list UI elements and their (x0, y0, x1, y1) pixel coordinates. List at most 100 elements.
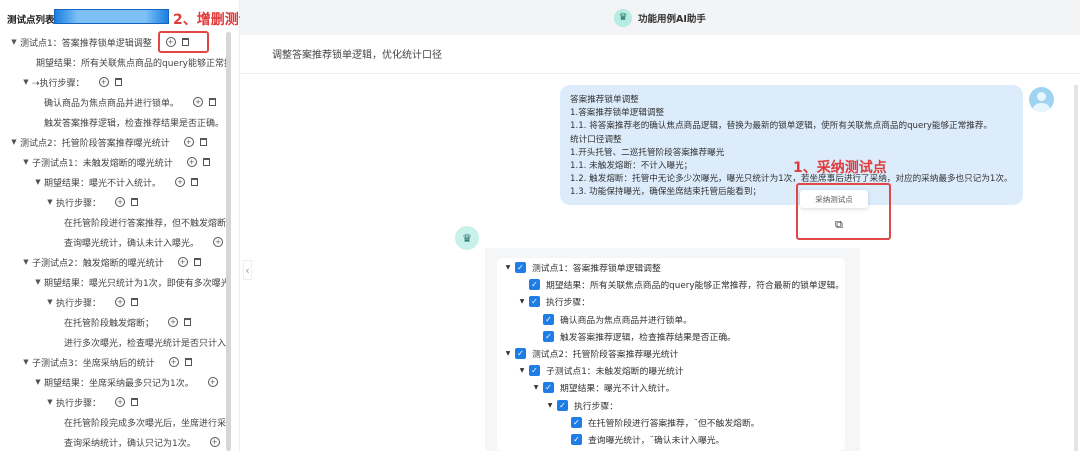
tree-row-label: 在托管阶段触发熔断； (64, 318, 155, 329)
expand-arrow-icon[interactable]: ▼ (44, 398, 56, 406)
delete-icon[interactable] (199, 138, 207, 146)
checkbox[interactable]: ✓ (529, 365, 540, 377)
checkbox[interactable]: ✓ (571, 416, 582, 428)
add-icon[interactable]: + (115, 397, 126, 407)
delete-icon[interactable] (202, 158, 210, 166)
add-icon[interactable]: + (168, 357, 179, 367)
tree-row[interactable]: 期望结果：所有关联焦点商品的query能够正常推 (0, 52, 226, 72)
expand-arrow-icon[interactable]: ▼ (515, 298, 529, 305)
add-icon[interactable]: + (213, 237, 224, 247)
delete-icon[interactable] (184, 318, 192, 326)
tree-row[interactable]: ▼ 执行步骤： + (0, 392, 226, 412)
checkbox[interactable]: ✓ (557, 399, 568, 411)
delete-icon[interactable] (193, 258, 201, 266)
checkbox[interactable]: ✓ (515, 262, 526, 274)
expand-arrow-icon[interactable]: ▼ (501, 264, 515, 271)
collapse-left-panel-button[interactable]: ‹ (243, 260, 252, 280)
tree-row[interactable]: 在托管阶段进行答案推荐，但不触发熔断 (0, 212, 226, 232)
checkbox[interactable]: ✓ (529, 296, 540, 308)
add-icon[interactable]: + (177, 257, 188, 267)
message-line: 统计口径调整 (570, 134, 622, 145)
tree-row[interactable]: ▼ 执行步骤： + (0, 192, 226, 212)
expand-arrow-icon[interactable]: ▼ (44, 198, 56, 206)
tree-row-label: 执行步骤： (56, 398, 102, 409)
tree-row[interactable]: 查询采纳统计，确认只记为1次。 + (0, 432, 226, 451)
checkbox[interactable]: ✓ (543, 382, 554, 394)
add-icon[interactable]: + (207, 377, 218, 387)
checkbox-row: ✓ 在托管阶段进行答案推荐，¨但不触发熔断。 (497, 414, 845, 431)
checkbox-row: ▼ ✓ 测试点1：答案推荐锁单逻辑调整 (497, 259, 845, 276)
tree-row-label: 期望结果：所有关联焦点商品的query能够正常推 (36, 58, 226, 69)
tree-row[interactable]: 在托管阶段触发熔断； + (0, 312, 226, 332)
checkbox[interactable]: ✓ (543, 330, 554, 342)
delete-icon[interactable] (209, 98, 217, 106)
delete-icon[interactable] (131, 298, 139, 306)
expand-arrow-icon[interactable]: ▼ (44, 298, 56, 306)
add-icon[interactable]: + (193, 97, 204, 107)
tree-row[interactable]: 确认商品为焦点商品并进行锁单。 + (0, 92, 226, 112)
expand-arrow-icon[interactable]: ▼ (501, 350, 515, 357)
expand-arrow-icon[interactable]: ▼ (529, 384, 543, 391)
tree-row[interactable]: ▼ 子测试点1：未触发熔断的曝光统计 + (0, 152, 226, 172)
tree-row-label: 执行步骤： (56, 298, 102, 309)
add-icon[interactable]: + (115, 197, 126, 207)
checkbox[interactable]: ✓ (529, 279, 540, 291)
expand-arrow-icon[interactable]: ▼ (32, 178, 44, 186)
tree-row[interactable]: ▼ 子测试点3：坐席采纳后的统计 + (0, 352, 226, 372)
add-icon[interactable]: + (98, 77, 109, 87)
tree-row[interactable]: ▼ 期望结果：曝光只统计为1次，即使有多次曝光 (0, 272, 226, 292)
delete-icon[interactable] (131, 198, 139, 206)
message-line: 1.开头托管、二巡托管阶段答案推荐曝光 (570, 147, 725, 158)
message-line: 1.1. 未触发熔断：不计入曝光； (570, 161, 693, 172)
expand-arrow-icon[interactable]: ▼ (8, 38, 20, 46)
tree-row[interactable]: 进行多次曝光，检查曝光统计是否只计入 (0, 332, 226, 352)
tree-row-label: 进行多次曝光，检查曝光统计是否只计入 (64, 338, 226, 349)
tree-row-label: 子测试点2：触发熔断的曝光统计 (32, 258, 164, 269)
tree-row[interactable]: 触发答案推荐逻辑，检查推荐结果是否正确。 (0, 112, 226, 132)
delete-icon[interactable] (191, 178, 199, 186)
chat-scrollbar[interactable] (1074, 85, 1078, 451)
expand-arrow-icon[interactable]: ▼ (8, 138, 20, 146)
tree-row-label: 确认商品为焦点商品并进行锁单。 (44, 98, 180, 109)
add-icon[interactable]: + (175, 177, 186, 187)
tree-row-label: 查询曝光统计，确认未计入曝光。 (64, 238, 200, 249)
tree-row-label: 期望结果：曝光不计入统计。 (44, 178, 162, 189)
ai-assistant-panel: ♛ 功能用例AI助手 调整答案推荐锁单逻辑，优化统计口径 ‹ 答案推荐锁单调整 1… (240, 0, 1080, 451)
add-icon[interactable]: + (183, 137, 194, 147)
tree-row[interactable]: ▼ 子测试点2：触发熔断的曝光统计 + (0, 252, 226, 272)
expand-arrow-icon[interactable]: ▼ (20, 358, 32, 366)
conversation-subject: 调整答案推荐锁单逻辑，优化统计口径 (272, 50, 442, 61)
checkbox[interactable]: ✓ (571, 433, 582, 445)
tree-row[interactable]: ▼ ⇢执行步骤： + (0, 72, 226, 92)
delete-icon[interactable] (184, 358, 192, 366)
tree-row[interactable]: 在托管阶段完成多次曝光后，坐席进行采 (0, 412, 226, 432)
message-line: 1.1. 将答案推荐老的确认焦点商品逻辑，替换为最新的锁单逻辑，使所有关联焦点商… (570, 121, 993, 132)
panel-title: 测试点列表 (7, 15, 55, 26)
checkbox[interactable]: ✓ (543, 313, 554, 325)
checkbox[interactable]: ✓ (515, 348, 526, 360)
expand-arrow-icon[interactable]: ▼ (515, 367, 529, 374)
expand-arrow-icon[interactable]: ▼ (32, 278, 44, 286)
add-icon[interactable]: + (209, 437, 220, 447)
add-icon[interactable]: + (168, 317, 179, 327)
expand-arrow-icon[interactable]: ▼ (20, 258, 32, 266)
tree-row[interactable]: ▼ 期望结果：曝光不计入统计。 + (0, 172, 226, 192)
add-icon[interactable]: + (186, 157, 197, 167)
checkbox-row: ✓ 确认商品为焦点商品并进行锁单。 (497, 311, 845, 328)
annotation-box-add-delete (158, 31, 209, 53)
tree-row[interactable]: ▼ 期望结果：坐席采纳最多只记为1次。 + (0, 372, 226, 392)
expand-arrow-icon[interactable]: ▼ (32, 378, 44, 386)
delete-icon[interactable] (114, 78, 122, 86)
tree-row[interactable]: 查询曝光统计，确认未计入曝光。 + (0, 232, 226, 252)
delete-icon[interactable] (131, 398, 139, 406)
add-icon[interactable]: + (115, 297, 126, 307)
tree-row-label: 执行步骤： (56, 198, 102, 209)
expand-arrow-icon[interactable]: ▼ (20, 78, 32, 86)
left-scrollbar[interactable] (226, 32, 231, 451)
checkbox-label: 确认商品为焦点商品并进行锁单。 (560, 315, 692, 326)
expand-arrow-icon[interactable]: ▼ (543, 402, 557, 409)
tree-row[interactable]: ▼ 执行步骤： + (0, 292, 226, 312)
tree-row-label: 测试点2：托管阶段答案推荐曝光统计 (20, 138, 170, 149)
tree-row[interactable]: ▼ 测试点2：托管阶段答案推荐曝光统计 + (0, 132, 226, 152)
expand-arrow-icon[interactable]: ▼ (20, 158, 32, 166)
